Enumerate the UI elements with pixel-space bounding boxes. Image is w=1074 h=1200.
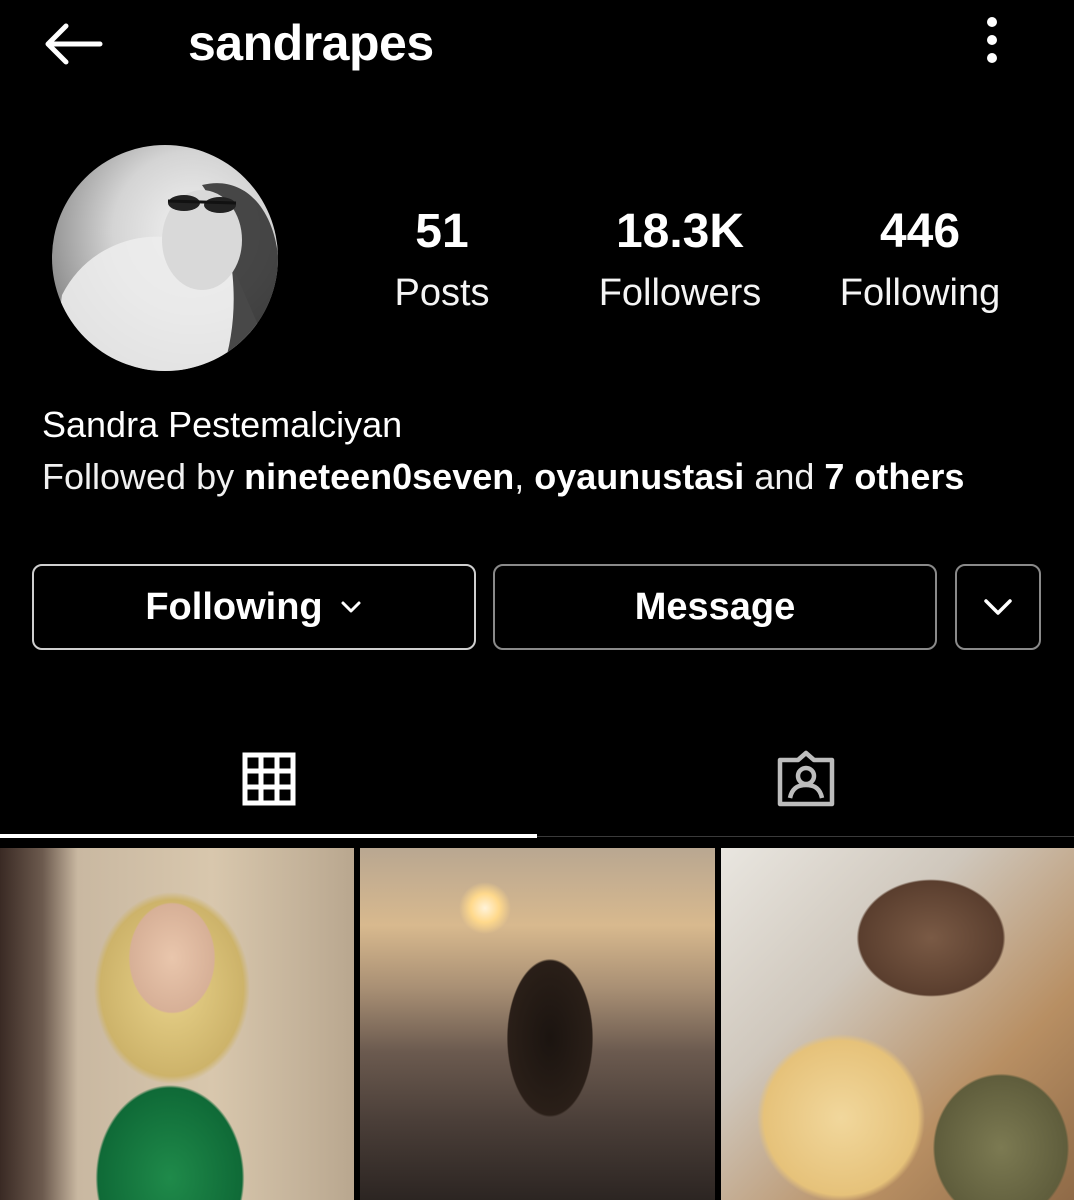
tab-divider [537,836,1074,837]
followed-by-separator: , [514,456,535,497]
followed-by-and: and [744,456,825,497]
arrow-left-icon [45,23,103,65]
mutual-follower-link[interactable]: nineteen0seven [244,456,514,497]
posts-count[interactable]: 51 Posts [342,200,542,322]
following-button-label: Following [145,585,323,628]
grid-icon [242,752,295,806]
posts-value: 51 [415,205,469,258]
following-count[interactable]: 446 Following [820,200,1020,322]
mutual-followers-others-link[interactable]: 7 others [824,456,964,497]
tab-tagged[interactable] [537,720,1074,838]
following-label: Following [839,272,1001,314]
post-thumbnail[interactable] [0,848,354,1200]
avatar-photo [52,183,278,371]
profile-full-name: Sandra Pestemalciyan [42,404,403,445]
post-thumbnail[interactable] [721,848,1074,1200]
followed-by-prefix: Followed by [42,456,245,497]
followers-value: 18.3K [615,205,745,258]
active-tab-indicator [0,834,537,838]
post-thumbnail[interactable] [360,848,715,1200]
more-options-button[interactable] [972,14,1012,66]
following-value: 446 [879,205,961,258]
tab-posts-grid[interactable] [0,720,537,838]
posts-label: Posts [394,272,490,314]
message-button-label: Message [634,585,796,628]
suggested-accounts-button[interactable] [955,564,1041,650]
followed-by-text[interactable]: Followed by nineteen0seven, oyaunustasi … [42,454,964,500]
tagged-person-icon [777,750,834,807]
vertical-dots-icon [987,17,997,63]
followers-count[interactable]: 18.3K Followers [580,200,780,322]
followers-label: Followers [598,272,762,314]
profile-username: sandrapes [188,15,434,71]
mutual-follower-link[interactable]: oyaunustasi [534,456,744,497]
chevron-down-icon [984,599,1012,615]
following-button[interactable]: Following [32,564,476,650]
back-button[interactable] [40,18,106,70]
profile-avatar[interactable] [52,145,278,371]
chevron-down-icon [341,601,361,613]
message-button[interactable]: Message [493,564,937,650]
